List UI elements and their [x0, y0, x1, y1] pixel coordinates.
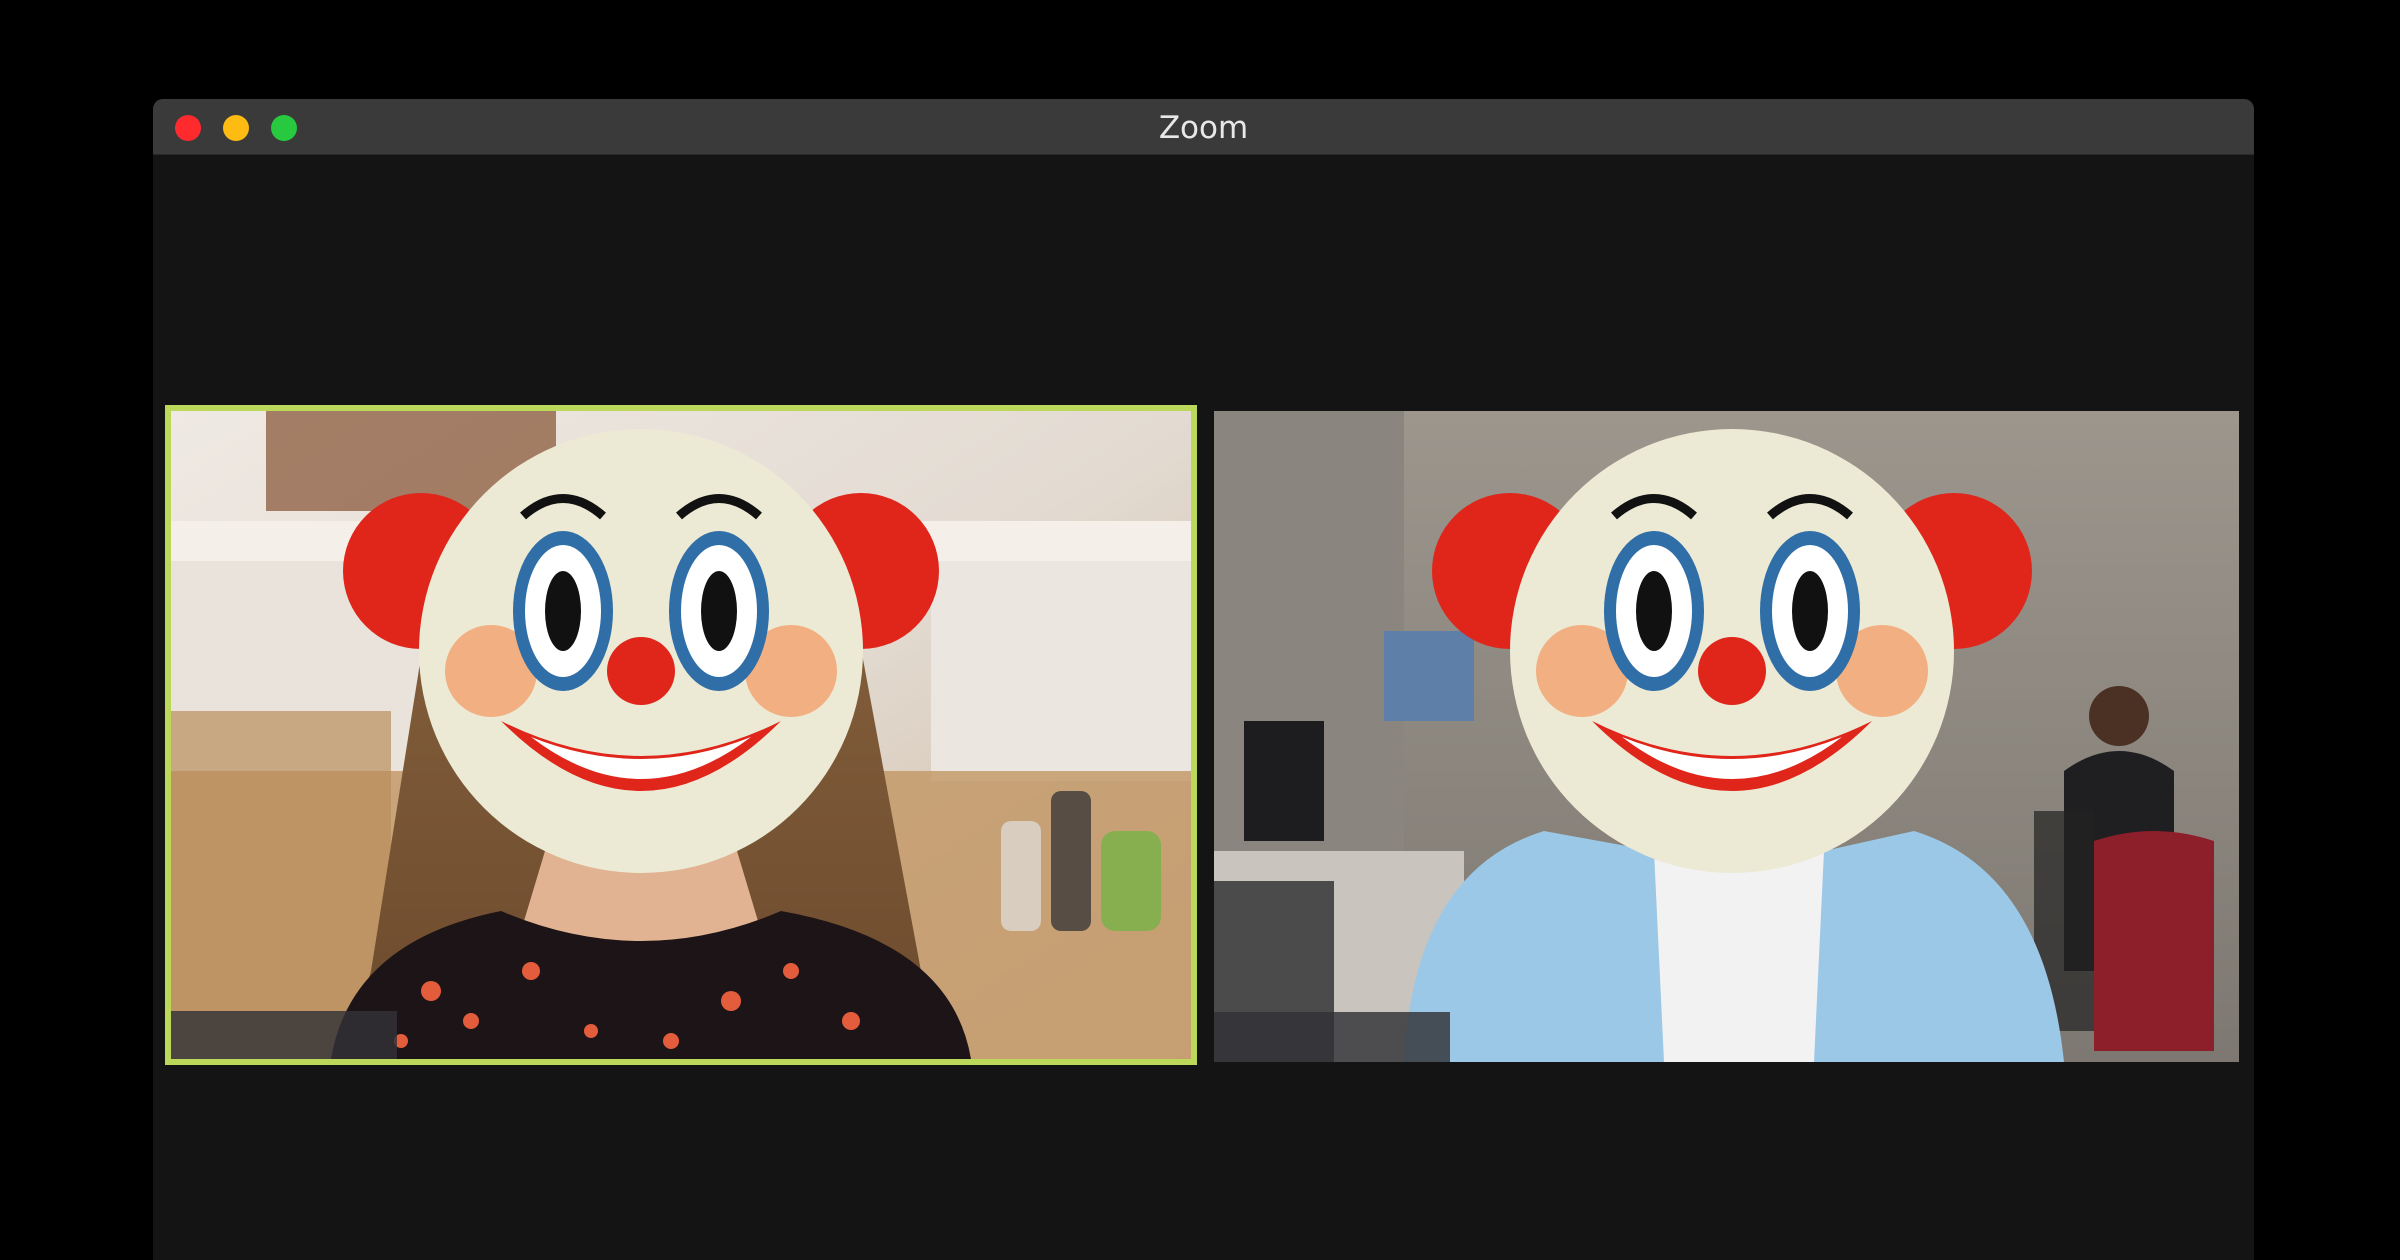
- participant-name-label: [171, 1011, 397, 1059]
- title-bar[interactable]: Zoom: [153, 99, 2254, 155]
- zoom-window: Zoom: [153, 99, 2254, 1260]
- window-title: Zoom: [1158, 110, 1249, 146]
- participant-video-feed: [1214, 411, 2239, 1062]
- participant-video-tile[interactable]: [1214, 411, 2239, 1062]
- participant-video-tile-active[interactable]: [165, 405, 1197, 1065]
- participant-video-feed: [171, 411, 1191, 1059]
- participant-name-label: [1214, 1012, 1450, 1062]
